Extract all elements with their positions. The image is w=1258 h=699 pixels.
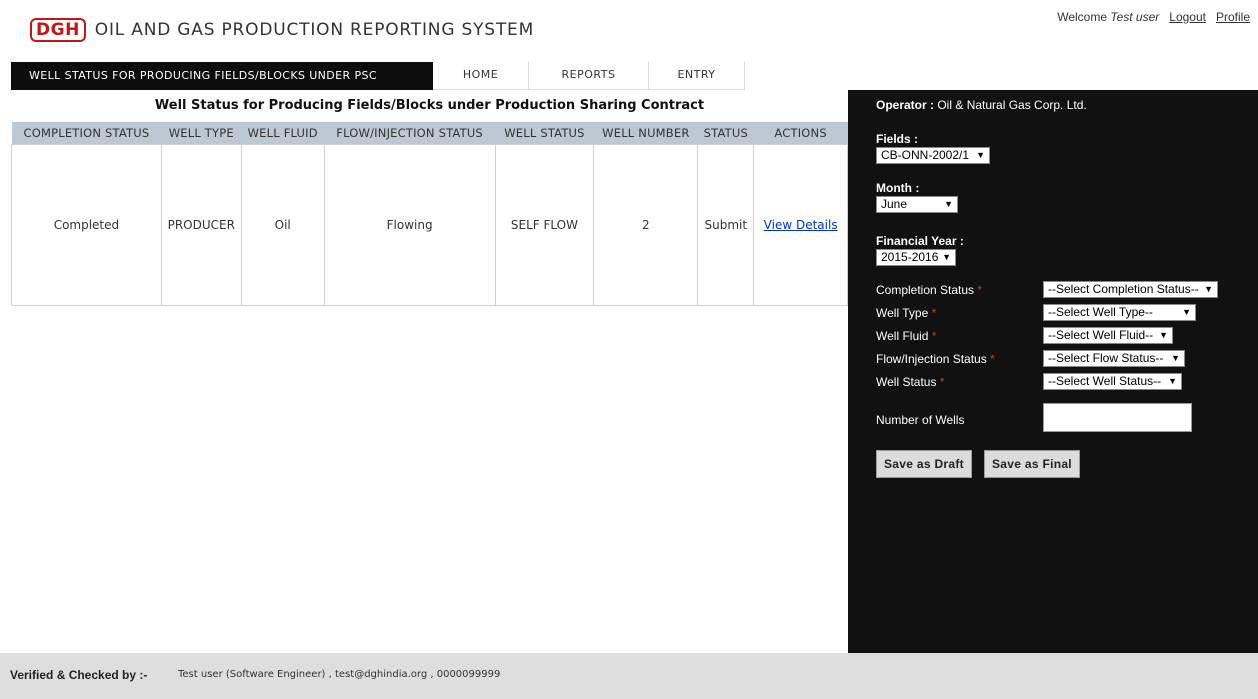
financial-year-block: Financial Year : 2015-2016 ▼: [876, 234, 964, 266]
entry-side-panel: Operator : Oil & Natural Gas Corp. Ltd. …: [848, 90, 1258, 653]
well-status-select[interactable]: --Select Well Status-- ▼: [1043, 373, 1182, 390]
table-header-row: COMPLETION STATUS WELL TYPE WELL FLUID F…: [11, 122, 848, 144]
nav-entry[interactable]: ENTRY: [649, 62, 745, 90]
chevron-down-icon: ▼: [1204, 284, 1213, 294]
cell-status: Submit: [697, 143, 755, 306]
col-completion-status[interactable]: COMPLETION STATUS: [11, 122, 162, 144]
number-of-wells-input[interactable]: [1043, 403, 1192, 432]
flow-status-select[interactable]: --Select Flow Status-- ▼: [1043, 350, 1185, 367]
nav-home[interactable]: HOME: [433, 62, 529, 90]
operator-value: Oil & Natural Gas Corp. Ltd.: [934, 98, 1087, 112]
cell-completion-status: Completed: [11, 143, 162, 306]
cell-well-number: 2: [593, 143, 699, 306]
dgh-logo: DGH: [30, 18, 86, 42]
well-fluid-select[interactable]: --Select Well Fluid-- ▼: [1043, 327, 1173, 344]
chevron-down-icon: ▼: [1159, 330, 1168, 340]
verified-by-value: Test user (Software Engineer) , test@dgh…: [178, 669, 501, 680]
well-fluid-row: Well Fluid * --Select Well Fluid-- ▼: [876, 327, 1236, 347]
financial-year-select[interactable]: 2015-2016 ▼: [876, 249, 956, 266]
chevron-down-icon: ▼: [1182, 307, 1191, 317]
completion-status-select[interactable]: --Select Completion Status-- ▼: [1043, 281, 1218, 298]
well-status-row: Well Status * --Select Well Status-- ▼: [876, 373, 1236, 393]
chevron-down-icon: ▼: [942, 252, 951, 262]
chevron-down-icon: ▼: [1168, 376, 1177, 386]
well-status-panel: Well Status for Producing Fields/Blocks …: [11, 92, 848, 306]
cell-well-type: PRODUCER: [160, 143, 242, 306]
cell-actions: View Details: [753, 143, 848, 306]
well-fluid-label: Well Fluid *: [876, 329, 937, 343]
number-of-wells-label: Number of Wells: [876, 413, 965, 427]
operator-info: Operator : Oil & Natural Gas Corp. Ltd.: [876, 98, 1087, 112]
main-nav: WELL STATUS FOR PRODUCING FIELDS/BLOCKS …: [11, 62, 745, 90]
welcome-text: Welcome Test user: [1057, 10, 1160, 24]
col-well-type[interactable]: WELL TYPE: [161, 122, 242, 144]
view-details-link[interactable]: View Details: [764, 218, 838, 232]
well-type-row: Well Type * --Select Well Type-- ▼: [876, 304, 1236, 324]
month-select[interactable]: June ▼: [876, 196, 958, 213]
completion-status-row: Completion Status * --Select Completion …: [876, 281, 1236, 301]
verified-label: Verified & Checked by :-: [10, 668, 148, 682]
app-title: OIL AND GAS PRODUCTION REPORTING SYSTEM: [94, 20, 535, 40]
profile-link[interactable]: Profile: [1216, 10, 1250, 24]
col-well-fluid[interactable]: WELL FLUID: [241, 122, 325, 144]
footer: Verified & Checked by :- Test user (Soft…: [0, 653, 1258, 699]
col-well-number[interactable]: WELL NUMBER: [593, 122, 698, 144]
logout-link[interactable]: Logout: [1169, 10, 1206, 24]
fields-block: Fields : CB-ONN-2002/1 ▼: [876, 132, 990, 164]
chevron-down-icon: ▼: [976, 150, 985, 160]
well-status-label: Well Status *: [876, 375, 945, 389]
nav-page-title: WELL STATUS FOR PRODUCING FIELDS/BLOCKS …: [11, 62, 433, 90]
month-block: Month : June ▼: [876, 181, 958, 213]
chevron-down-icon: ▼: [1171, 353, 1180, 363]
user-menu: Welcome Test user Logout Profile: [1057, 10, 1250, 24]
brand: DGH OIL AND GAS PRODUCTION REPORTING SYS…: [30, 18, 534, 42]
save-as-draft-button[interactable]: Save as Draft: [876, 450, 972, 478]
table-heading: Well Status for Producing Fields/Blocks …: [154, 98, 705, 113]
fields-select[interactable]: CB-ONN-2002/1 ▼: [876, 147, 990, 164]
table-row: Completed PRODUCER Oil Flowing SELF FLOW…: [11, 143, 848, 306]
cell-well-status: SELF FLOW: [494, 143, 595, 306]
col-actions: ACTIONS: [753, 122, 848, 144]
flow-status-row: Flow/Injection Status * --Select Flow St…: [876, 350, 1236, 370]
fields-label: Fields :: [876, 132, 919, 146]
nav-reports[interactable]: REPORTS: [529, 62, 649, 90]
cell-flow-status: Flowing: [323, 143, 496, 306]
well-type-select[interactable]: --Select Well Type-- ▼: [1043, 304, 1196, 321]
save-as-final-button[interactable]: Save as Final: [984, 450, 1080, 478]
chevron-down-icon: ▼: [944, 199, 953, 209]
well-type-label: Well Type *: [876, 306, 937, 320]
completion-status-label: Completion Status *: [876, 283, 983, 297]
username: Test user: [1110, 10, 1160, 24]
col-status[interactable]: STATUS: [697, 122, 754, 144]
month-label: Month :: [876, 181, 920, 195]
col-well-status[interactable]: WELL STATUS: [495, 122, 594, 144]
operator-label: Operator :: [876, 98, 935, 112]
cell-well-fluid: Oil: [240, 143, 325, 306]
well-status-table: COMPLETION STATUS WELL TYPE WELL FLUID F…: [11, 122, 848, 306]
financial-year-label: Financial Year :: [876, 234, 964, 248]
flow-status-label: Flow/Injection Status *: [876, 352, 995, 366]
col-flow-injection-status[interactable]: FLOW/INJECTION STATUS: [324, 122, 496, 144]
